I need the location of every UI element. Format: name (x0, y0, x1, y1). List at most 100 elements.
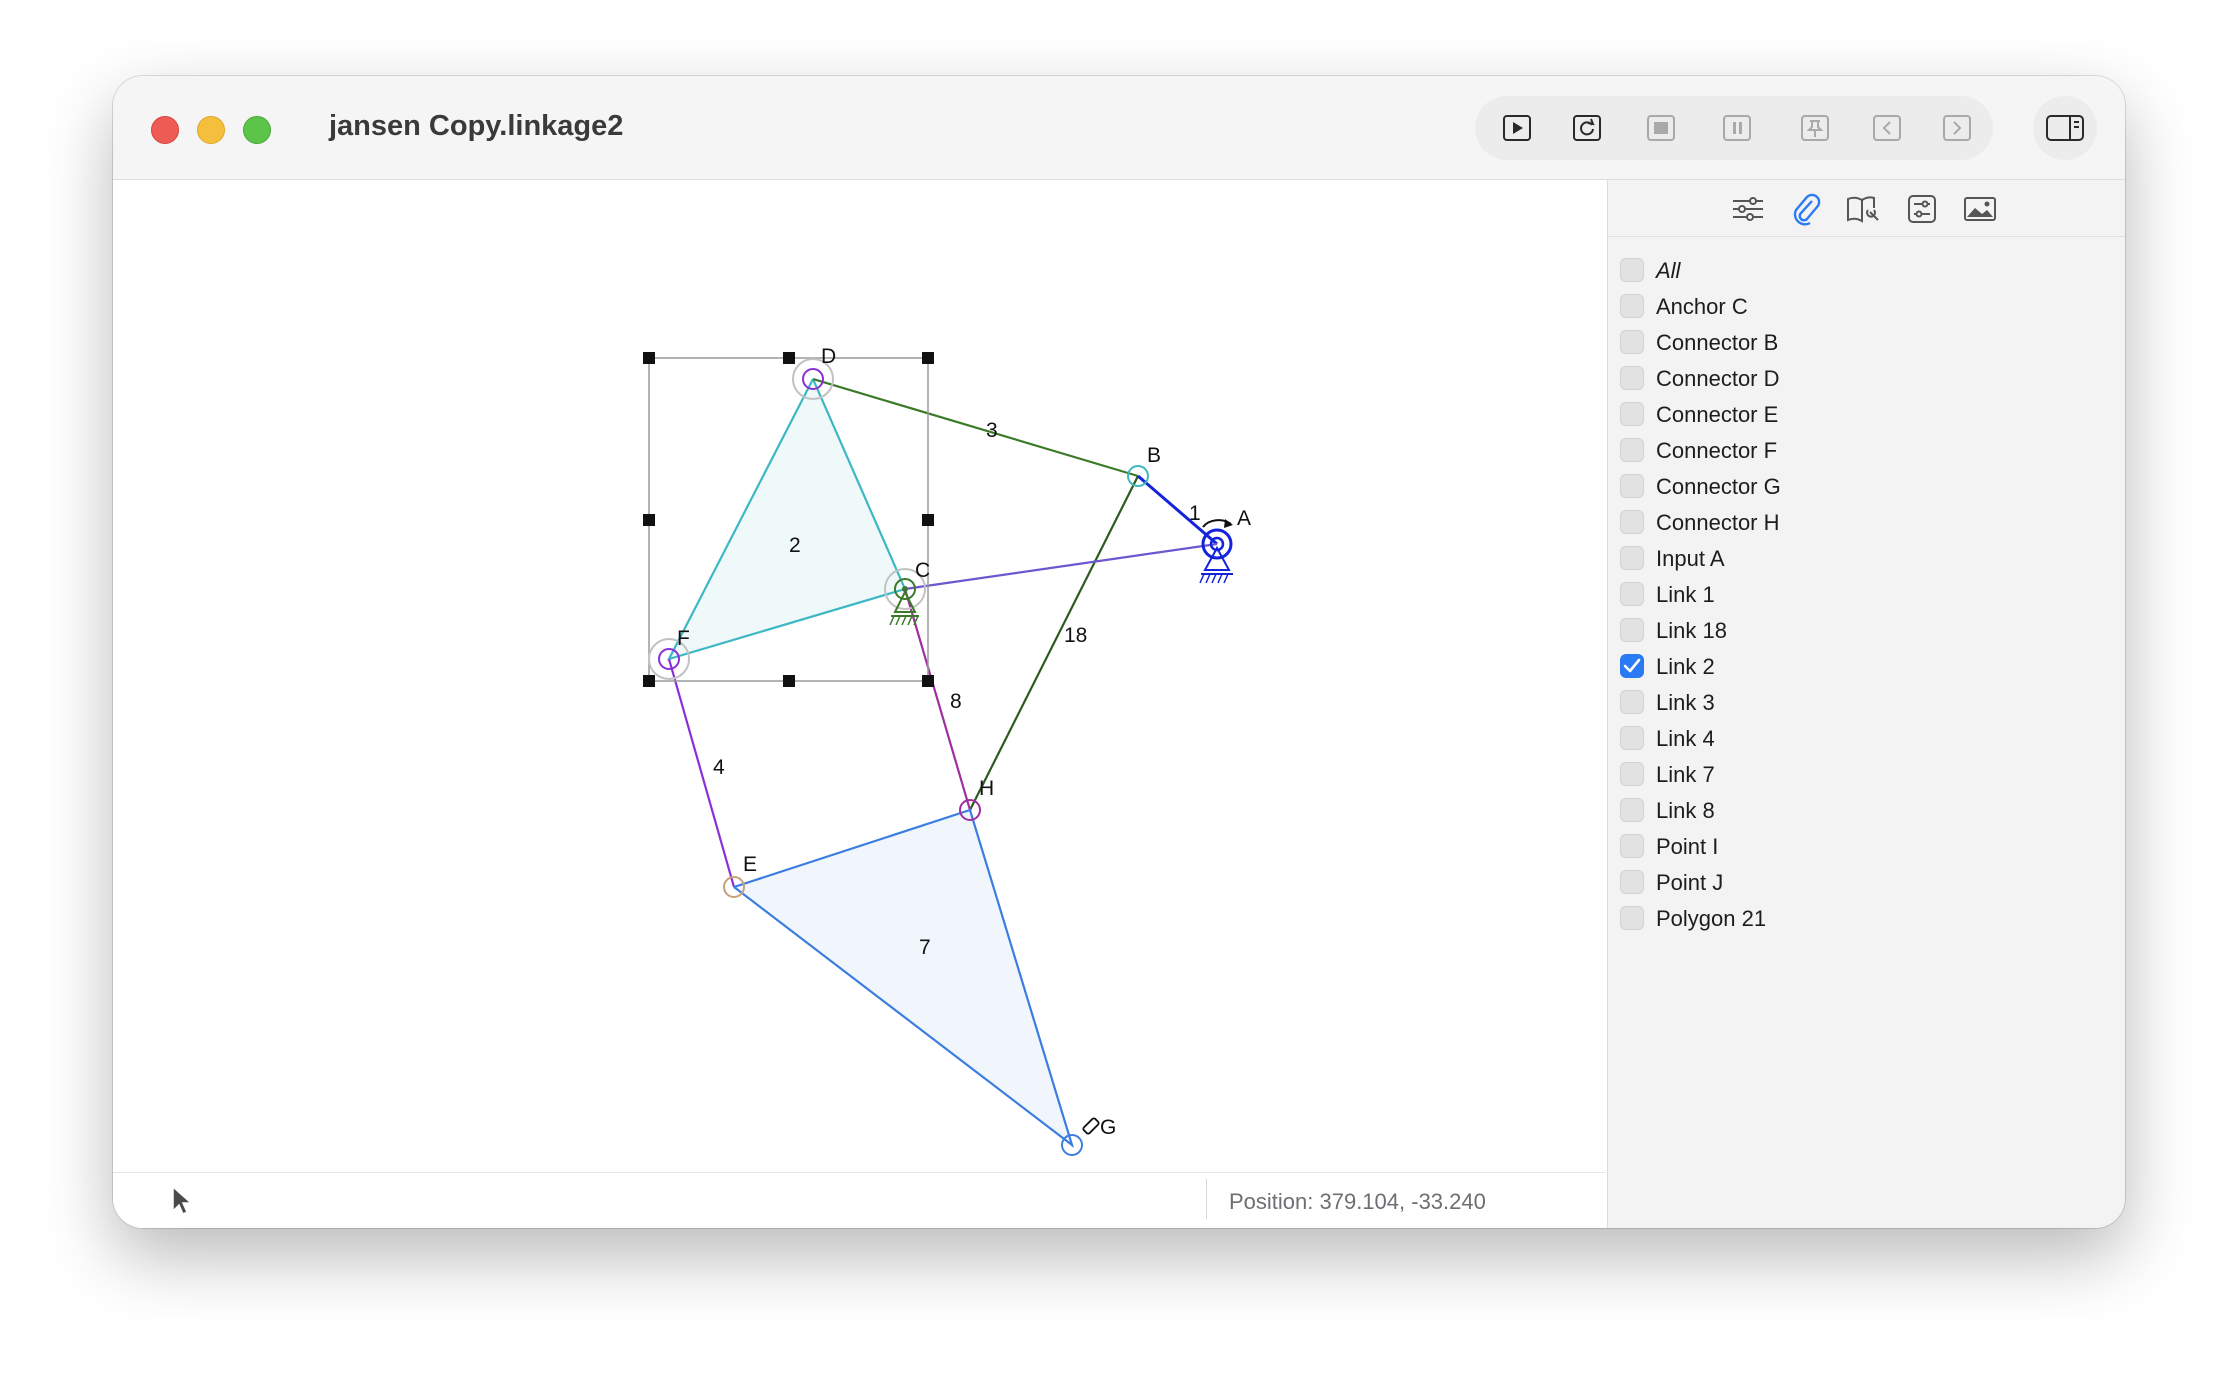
minimize-window-button[interactable] (197, 116, 225, 144)
checkbox-anchor-c[interactable] (1620, 294, 1644, 318)
checkbox-connector-f[interactable] (1620, 438, 1644, 462)
checkbox-connector-h[interactable] (1620, 510, 1644, 534)
arrow-cursor-icon[interactable] (169, 1185, 193, 1217)
list-item-link-1[interactable]: Link 1 (1620, 576, 2120, 612)
run-button[interactable] (1497, 108, 1537, 148)
simulation-toolbar (1475, 96, 1993, 160)
play-icon (1503, 115, 1531, 141)
checkbox-link-8[interactable] (1620, 798, 1644, 822)
list-item-link-3[interactable]: Link 3 (1620, 684, 2120, 720)
status-bar: Position: 379.104, -33.240 (113, 1172, 1606, 1228)
checkbox-point-j[interactable] (1620, 870, 1644, 894)
stop-button[interactable] (1641, 108, 1681, 148)
list-item-point-i[interactable]: Point I (1620, 828, 2120, 864)
gear-icon (1908, 195, 1936, 223)
checkbox-connector-d[interactable] (1620, 366, 1644, 390)
label-link-8: 8 (950, 690, 962, 713)
checkbox-polygon-21[interactable] (1620, 906, 1644, 930)
list-item-anchor-c[interactable]: Anchor C (1620, 288, 2120, 324)
link-1[interactable] (1137, 474, 1218, 546)
list-item-connector-g[interactable]: Connector G (1620, 468, 2120, 504)
list-item-point-j[interactable]: Point J (1620, 864, 2120, 900)
checkbox-link-7[interactable] (1620, 762, 1644, 786)
list-item-link-18[interactable]: Link 18 (1620, 612, 2120, 648)
step-back-button[interactable] (1867, 108, 1907, 148)
app-window: jansen Copy.linkage2 D B A C F H E G 1 2… (113, 76, 2125, 1228)
checkbox-input-a[interactable] (1620, 546, 1644, 570)
chevron-left-icon (1873, 115, 1901, 141)
list-item-label: Anchor C (1656, 294, 1748, 319)
checkbox-link-18[interactable] (1620, 618, 1644, 642)
label-link-2: 2 (789, 534, 801, 557)
window-title: jansen Copy.linkage2 (329, 110, 624, 142)
list-item-all[interactable]: All (1620, 252, 2120, 288)
list-item-label: Link 1 (1656, 582, 1715, 607)
list-item-label: Link 4 (1656, 726, 1715, 751)
link-18[interactable] (969, 475, 1139, 811)
list-item-label: Connector E (1656, 402, 1779, 427)
link-3[interactable] (812, 377, 1139, 478)
label-link-1: 1 (1189, 502, 1201, 525)
checkbox-connector-e[interactable] (1620, 402, 1644, 426)
list-item-label: Connector B (1656, 330, 1779, 355)
linkage-canvas[interactable]: D B A C F H E G 1 2 3 4 7 8 18 Position:… (113, 180, 1606, 1228)
list-item-label: Connector H (1656, 510, 1780, 535)
chevron-right-icon (1943, 115, 1971, 141)
input-a[interactable] (1199, 519, 1233, 584)
reset-button[interactable] (1567, 108, 1607, 148)
photo-icon (1964, 197, 1996, 221)
checkmark-icon (1623, 658, 1641, 673)
checkbox-link-2[interactable] (1620, 654, 1644, 678)
checkbox-all[interactable] (1620, 258, 1644, 282)
list-item-connector-b[interactable]: Connector B (1620, 324, 2120, 360)
label-d: D (821, 345, 836, 368)
label-c: C (915, 559, 930, 582)
label-link-4: 4 (713, 756, 725, 779)
list-item-connector-f[interactable]: Connector F (1620, 432, 2120, 468)
tab-manual[interactable] (1844, 190, 1884, 228)
label-link-3: 3 (986, 419, 998, 442)
book-wrench-icon (1847, 196, 1879, 223)
checkbox-connector-g[interactable] (1620, 474, 1644, 498)
list-item-label: Link 3 (1656, 690, 1715, 715)
paperclip-icon (1793, 193, 1821, 226)
checkbox-link-3[interactable] (1620, 690, 1644, 714)
checkbox-link-4[interactable] (1620, 726, 1644, 750)
label-link-7: 7 (919, 936, 931, 959)
list-item-label: Point I (1656, 834, 1719, 859)
list-item-label: Connector F (1656, 438, 1778, 463)
link-2-fill[interactable] (669, 379, 905, 659)
tab-settings[interactable] (1902, 190, 1942, 228)
list-item-connector-e[interactable]: Connector E (1620, 396, 2120, 432)
zoom-window-button[interactable] (243, 116, 271, 144)
link-c-a[interactable] (904, 542, 1218, 591)
pin-button[interactable] (1795, 108, 1835, 148)
label-b: B (1147, 444, 1161, 467)
title-bar: jansen Copy.linkage2 (113, 76, 2125, 180)
list-item-link-4[interactable]: Link 4 (1620, 720, 2120, 756)
connector-g[interactable] (1061, 1117, 1100, 1156)
list-item-connector-h[interactable]: Connector H (1620, 504, 2120, 540)
sliders-icon (1733, 197, 1763, 221)
checkbox-point-i[interactable] (1620, 834, 1644, 858)
linkage-drawing[interactable]: D B A C F H E G 1 2 3 4 7 8 18 (113, 180, 1606, 1172)
list-item-link-8[interactable]: Link 8 (1620, 792, 2120, 828)
checkbox-connector-b[interactable] (1620, 330, 1644, 354)
list-item-input-a[interactable]: Input A (1620, 540, 2120, 576)
cursor-position: Position: 379.104, -33.240 (1229, 1189, 1486, 1214)
toggle-sidebar-button[interactable] (2033, 96, 2097, 160)
list-item-link-7[interactable]: Link 7 (1620, 756, 2120, 792)
list-item-label: Connector G (1656, 474, 1781, 499)
list-item-link-2[interactable]: Link 2 (1620, 648, 2120, 684)
close-window-button[interactable] (151, 116, 179, 144)
list-item-connector-d[interactable]: Connector D (1620, 360, 2120, 396)
pause-button[interactable] (1717, 108, 1757, 148)
step-forward-button[interactable] (1937, 108, 1977, 148)
checkbox-link-1[interactable] (1620, 582, 1644, 606)
list-item-polygon-21[interactable]: Polygon 21 (1620, 900, 2120, 936)
list-item-label: Link 18 (1656, 618, 1727, 643)
tab-attachments[interactable] (1786, 190, 1826, 228)
tab-background-image[interactable] (1960, 190, 2000, 228)
status-divider (1206, 1179, 1207, 1219)
tab-properties[interactable] (1728, 190, 1768, 228)
